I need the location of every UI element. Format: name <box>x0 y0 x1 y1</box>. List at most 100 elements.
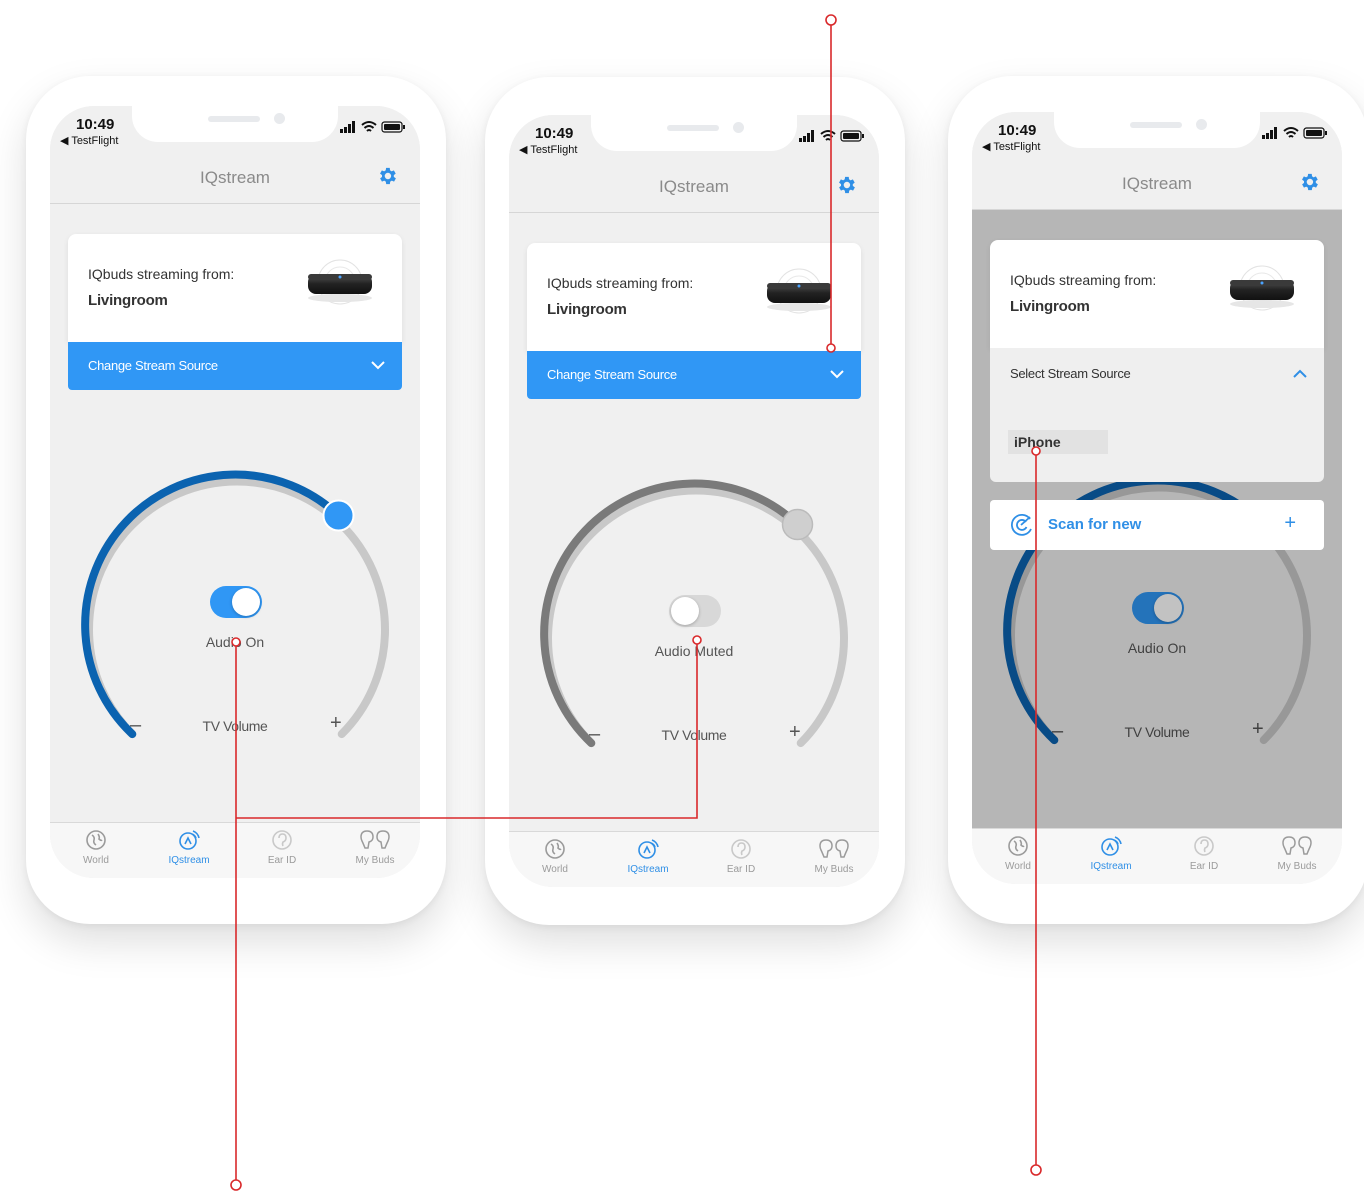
tab-iqstream[interactable]: IQstream <box>602 838 694 875</box>
tv-volume-label: TV Volume <box>661 727 727 743</box>
my-buds-icon <box>819 839 849 858</box>
nav-title: IQstream <box>200 168 270 187</box>
stream-source-name: Livingroom <box>1010 298 1090 315</box>
nav-title: IQstream <box>1122 174 1192 193</box>
scan-for-new-button[interactable]: Scan for new + <box>990 500 1324 550</box>
source-option-iphone[interactable]: iPhone <box>1008 430 1108 454</box>
select-stream-source-label: Select Stream Source <box>1010 366 1131 381</box>
my-buds-icon <box>1282 836 1312 855</box>
nav-bar: IQstream <box>972 162 1342 210</box>
nav-bar: IQstream <box>509 165 879 213</box>
status-icons <box>799 130 864 142</box>
phone-audio-on: 10:49 ◀ TestFlight IQstream IQbuds strea… <box>26 76 446 924</box>
annotation-dot <box>825 14 837 26</box>
tab-label: Ear ID <box>267 855 297 866</box>
tab-world[interactable]: World <box>972 835 1064 872</box>
tab-my-buds[interactable]: My Buds <box>788 838 879 875</box>
volume-up-button[interactable]: + <box>789 721 801 744</box>
app-screen: 10:49 ◀ TestFlight IQstream IQbuds strea… <box>509 115 879 887</box>
annotation-dot <box>1030 1164 1042 1176</box>
chevron-down-icon <box>830 370 844 379</box>
phone-select-source: 10:49 ◀ TestFlight IQstream Audio On – T… <box>948 76 1364 924</box>
audio-status-label: Audio Muted <box>654 643 734 659</box>
gear-icon[interactable] <box>835 174 857 196</box>
ear-id-icon <box>272 830 292 850</box>
status-icons <box>340 121 405 133</box>
ear-id-icon <box>731 839 751 859</box>
camera <box>274 113 285 124</box>
stream-source-name: Livingroom <box>547 301 627 318</box>
change-stream-source-button[interactable]: Change Stream Source <box>527 351 861 399</box>
speaker <box>667 125 719 131</box>
volume-dial[interactable] <box>72 458 402 788</box>
annotation-dot <box>230 1179 242 1191</box>
app-screen: 10:49 ◀ TestFlight IQstream Audio On – T… <box>972 112 1342 884</box>
tab-my-buds[interactable]: My Buds <box>329 829 420 866</box>
ear-id-icon <box>1194 836 1214 856</box>
tab-world[interactable]: World <box>509 838 601 875</box>
world-icon <box>86 830 106 850</box>
notch <box>132 106 338 142</box>
tab-label: World <box>542 864 568 875</box>
status-time: 10:49 <box>998 122 1037 139</box>
tab-ear-id[interactable]: Ear ID <box>236 829 328 866</box>
world-icon <box>1008 836 1028 856</box>
speaker <box>208 116 260 122</box>
scan-for-new-label: Scan for new <box>1048 516 1142 533</box>
stream-source-dropdown: Select Stream Source iPhone <box>990 348 1324 482</box>
chevron-down-icon <box>371 361 385 370</box>
app-screen: 10:49 ◀ TestFlight IQstream IQbuds strea… <box>50 106 420 878</box>
toggle-knob <box>232 588 260 616</box>
audio-toggle[interactable] <box>210 586 262 618</box>
tab-label: IQstream <box>627 864 669 875</box>
tab-label: My Buds <box>814 864 854 875</box>
streaming-from-label: IQbuds streaming from: <box>547 275 694 291</box>
iqstream-icon <box>1101 836 1122 856</box>
audio-toggle[interactable] <box>669 595 721 627</box>
radar-scan-icon <box>1011 514 1032 536</box>
tab-iqstream[interactable]: IQstream <box>143 829 235 866</box>
status-time: 10:49 <box>535 125 574 142</box>
volume-dial[interactable] <box>531 467 861 797</box>
audio-status-label: Audio On <box>205 634 265 650</box>
nav-title: IQstream <box>659 177 729 196</box>
change-stream-source-button[interactable]: Change Stream Source <box>68 342 402 390</box>
gear-icon[interactable] <box>376 165 398 187</box>
tab-label: World <box>83 855 109 866</box>
volume-up-button[interactable]: + <box>330 712 342 735</box>
tab-ear-id[interactable]: Ear ID <box>695 838 787 875</box>
tab-bar: World IQstream Ear ID My Buds <box>509 831 879 887</box>
streaming-card: IQbuds streaming from: Livingroom <box>68 234 402 342</box>
tab-bar: World IQstream Ear ID My Buds <box>972 828 1342 884</box>
tab-label: My Buds <box>1277 861 1317 872</box>
stream-source-name: Livingroom <box>88 292 168 309</box>
back-to-testflight-link[interactable]: ◀ TestFlight <box>519 143 577 156</box>
volume-handle[interactable] <box>781 508 814 541</box>
gear-icon[interactable] <box>1298 171 1320 193</box>
streamer-device-image <box>308 259 372 305</box>
tab-my-buds[interactable]: My Buds <box>1251 835 1342 872</box>
tab-label: IQstream <box>1090 861 1132 872</box>
notch <box>1054 112 1260 148</box>
tab-world[interactable]: World <box>50 829 142 866</box>
phone-audio-muted: 10:49 ◀ TestFlight IQstream IQbuds strea… <box>485 77 905 925</box>
chevron-up-icon[interactable] <box>1292 368 1308 380</box>
iqstream-icon <box>638 839 659 859</box>
status-time: 10:49 <box>76 116 115 133</box>
world-icon <box>545 839 565 859</box>
streaming-card: IQbuds streaming from: Livingroom <box>990 240 1324 348</box>
change-stream-source-label: Change Stream Source <box>88 358 218 373</box>
tab-bar: World IQstream Ear ID My Buds <box>50 822 420 878</box>
tab-iqstream[interactable]: IQstream <box>1065 835 1157 872</box>
speaker <box>1130 122 1182 128</box>
my-buds-icon <box>360 830 390 849</box>
notch <box>591 115 797 151</box>
back-to-testflight-link[interactable]: ◀ TestFlight <box>982 140 1040 153</box>
volume-handle[interactable] <box>322 499 355 532</box>
tab-label: Ear ID <box>1189 861 1219 872</box>
tab-ear-id[interactable]: Ear ID <box>1158 835 1250 872</box>
back-to-testflight-link[interactable]: ◀ TestFlight <box>60 134 118 147</box>
iqstream-icon <box>179 830 200 850</box>
nav-bar: IQstream <box>50 156 420 204</box>
camera <box>1196 119 1207 130</box>
